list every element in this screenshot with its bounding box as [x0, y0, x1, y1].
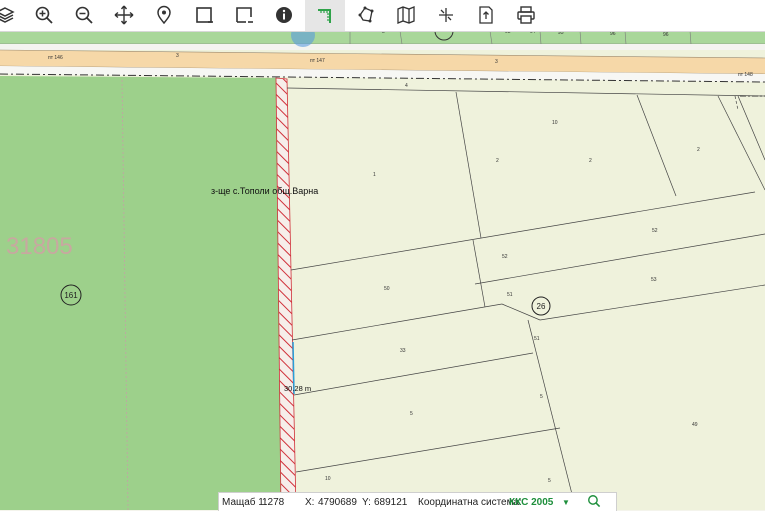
- cadastral-map[interactable]: 31805 161 26 з-ще с.Тополи общ.Варна 30.…: [0, 0, 765, 510]
- parcel-label: 5: [548, 478, 551, 484]
- y-value: 689121: [374, 496, 408, 508]
- zone-31805-area[interactable]: [0, 76, 281, 510]
- road-label-146: пт 146: [48, 55, 63, 61]
- road-number: 3: [176, 53, 179, 59]
- measure-distance-icon: [318, 8, 331, 23]
- parcel-label: 10: [325, 476, 331, 482]
- parcel-label: 5: [540, 394, 543, 400]
- measure-area-icon: [358, 6, 374, 23]
- crs-label: Координатна система:: [418, 496, 522, 508]
- road-label-147: пт 147: [310, 58, 325, 64]
- select-rectangle-minus-button[interactable]: [231, 3, 257, 27]
- zoom-in-button[interactable]: [31, 3, 57, 27]
- parcel-label: 51: [534, 336, 540, 342]
- x-label: X:: [305, 496, 315, 508]
- parcel-label: 52: [652, 228, 658, 234]
- split-icon: [439, 8, 453, 22]
- road-label-148: пт 148: [738, 72, 753, 78]
- select-rectangle-button[interactable]: [191, 3, 217, 27]
- parcel-label: 53: [651, 277, 657, 283]
- measure-area-button[interactable]: [353, 3, 379, 27]
- parcel-label: 2: [589, 158, 592, 164]
- layers-button[interactable]: [0, 3, 18, 27]
- location-pin-icon: [157, 5, 171, 25]
- locality-label: з-ще с.Тополи общ.Варна: [211, 186, 318, 196]
- parcel-label: 51: [507, 292, 513, 298]
- zoom-out-button[interactable]: [71, 3, 97, 27]
- crs-select[interactable]: ККС 2005: [509, 497, 553, 508]
- x-value: 4790689: [318, 496, 357, 508]
- parcel-label: 10: [552, 120, 558, 126]
- parcel-label: 33: [400, 348, 406, 354]
- split-button[interactable]: [433, 3, 459, 27]
- pan-icon: [114, 5, 134, 25]
- zoom-out-icon: [75, 6, 93, 24]
- road-number: 4: [405, 83, 408, 89]
- search-icon: [588, 495, 601, 508]
- parcel-label: 49: [692, 422, 698, 428]
- export-icon: [479, 6, 493, 24]
- export-button[interactable]: [473, 3, 499, 27]
- info-icon: [276, 7, 292, 23]
- info-button[interactable]: [271, 3, 297, 27]
- parcel-label: 1: [373, 172, 376, 178]
- map-icon: [397, 6, 415, 24]
- print-button[interactable]: [513, 3, 539, 27]
- top-parcel-label: 96: [663, 32, 669, 38]
- search-button[interactable]: [587, 494, 601, 511]
- map-toolbar: [0, 0, 765, 32]
- scale-value[interactable]: 1278: [262, 497, 284, 508]
- parcel-label: 2: [697, 147, 700, 153]
- print-icon: [517, 6, 535, 24]
- scale-label: Мащаб 1:: [222, 496, 267, 508]
- map-button[interactable]: [393, 3, 419, 27]
- measure-distance-button[interactable]: [305, 0, 345, 31]
- y-label: Y:: [362, 496, 371, 508]
- select-rectangle-icon: [196, 7, 213, 23]
- road-number: 3: [495, 59, 498, 65]
- parcel-label: 2: [496, 158, 499, 164]
- zone-circle-label: 161: [64, 291, 78, 300]
- parcel-circle-label: 26: [537, 302, 546, 311]
- location-button[interactable]: [151, 3, 177, 27]
- zone-number: 31805: [6, 233, 73, 260]
- measurement-label: 30.28 m: [284, 384, 311, 393]
- parcel-label: 52: [502, 254, 508, 260]
- status-bar: Мащаб 1: 1278 X: 4790689 Y: 689121 Коорд…: [218, 492, 617, 511]
- parcel-label: 50: [384, 286, 390, 292]
- parcel-label: 5: [410, 411, 413, 417]
- chevron-down-icon[interactable]: ▼: [562, 498, 570, 507]
- select-rectangle-minus-icon: [236, 7, 253, 23]
- layers-icon: [0, 7, 15, 23]
- pan-button[interactable]: [111, 3, 137, 27]
- zoom-in-icon: [35, 6, 53, 24]
